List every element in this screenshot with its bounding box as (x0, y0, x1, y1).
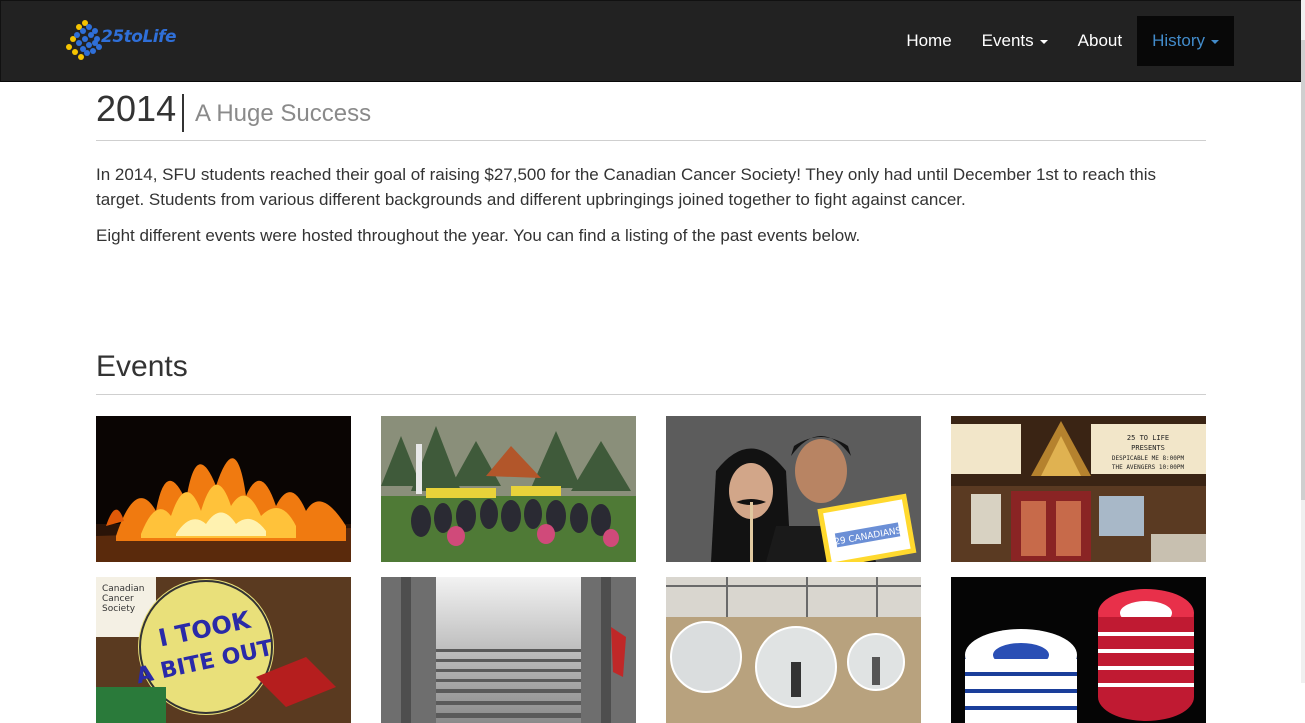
events-section-header: Events (96, 348, 1206, 395)
nav-history-label: History (1152, 31, 1205, 50)
svg-text:THE AVENGERS 10:00PM: THE AVENGERS 10:00PM (1112, 464, 1185, 471)
nav-home[interactable]: Home (891, 16, 966, 66)
event-thumb-theatre[interactable]: 25 TO LIFE PRESENTS DESPICABLE ME 8:00PM… (951, 416, 1206, 562)
nav-about[interactable]: About (1063, 16, 1137, 66)
intro-paragraph-2: Eight different events were hosted throu… (96, 226, 861, 245)
event-thumb-bubble-soccer[interactable] (666, 577, 921, 723)
intro-paragraph-1: In 2014, SFU students reached their goal… (96, 165, 1156, 209)
nav-about-label: About (1077, 31, 1123, 50)
page-scrollbar[interactable] (1301, 0, 1305, 683)
mustache-photo-image: 29 CANADIANS (666, 416, 921, 562)
title-divider (182, 94, 184, 132)
page-subtitle: A Huge Success (195, 100, 372, 127)
event-thumb-bite-sign[interactable]: Canadian Cancer Society I TOOK A BITE OU… (96, 577, 351, 723)
page-title-year: 2014 (96, 88, 177, 129)
nav-history[interactable]: History (1137, 16, 1234, 66)
site-logo[interactable]: 25toLife (65, 19, 195, 63)
event-thumb-group[interactable] (381, 416, 636, 562)
event-thumb-stairs[interactable] (381, 577, 636, 723)
event-thumb-poker-chips[interactable] (951, 577, 1206, 723)
nav-home-label: Home (906, 31, 952, 50)
svg-text:Cancer: Cancer (102, 594, 134, 604)
logo-text: 25toLife (101, 27, 177, 47)
svg-text:DESPICABLE ME 8:00PM: DESPICABLE ME 8:00PM (1112, 455, 1185, 462)
fire-photo-image (96, 416, 351, 562)
svg-text:Canadian: Canadian (102, 584, 144, 594)
event-thumb-mustache[interactable]: 29 CANADIANS (666, 416, 921, 562)
svg-text:PRESENTS: PRESENTS (1131, 444, 1165, 452)
theatre-photo-image: 25 TO LIFE PRESENTS DESPICABLE ME 8:00PM… (951, 416, 1206, 562)
caret-down-icon (1039, 39, 1048, 44)
event-thumb-fire[interactable] (96, 416, 351, 562)
svg-text:Society: Society (102, 604, 136, 614)
events-title: Events (96, 350, 188, 383)
svg-text:25 TO LIFE: 25 TO LIFE (1127, 434, 1169, 442)
page-header: 2014 A Huge Success (96, 82, 1206, 141)
bubble-soccer-photo-image (666, 577, 921, 723)
main-content: 2014 A Huge Success In 2014, SFU student… (96, 82, 1206, 723)
caret-down-icon (1211, 39, 1219, 44)
logo-dots-icon (66, 20, 102, 60)
poker-chips-photo-image (951, 577, 1206, 723)
top-navbar: 25toLife Home Events About History (0, 0, 1303, 82)
bite-sign-photo-image: Canadian Cancer Society I TOOK A BITE OU… (96, 577, 351, 723)
main-nav: Home Events About History (891, 16, 1234, 66)
nav-events[interactable]: Events (967, 16, 1063, 66)
group-photo-image (381, 416, 636, 562)
scrollbar-thumb[interactable] (1301, 40, 1305, 500)
stairs-photo-image (381, 577, 636, 723)
nav-events-label: Events (981, 31, 1034, 50)
